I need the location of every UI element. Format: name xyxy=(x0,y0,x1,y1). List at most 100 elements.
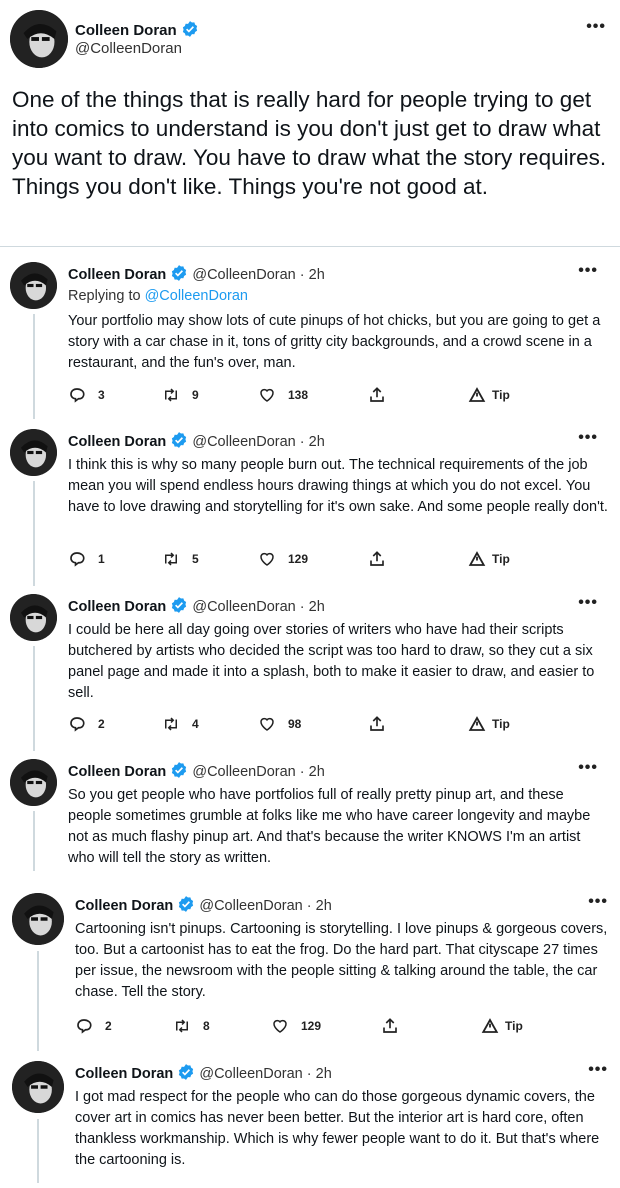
tip-button[interactable]: Tip xyxy=(468,386,510,404)
more-icon[interactable]: ••• xyxy=(578,759,598,777)
retweet-button[interactable]: 9 xyxy=(162,386,199,404)
retweet-button[interactable]: 5 xyxy=(162,550,199,568)
like-button[interactable]: 129 xyxy=(258,550,308,568)
more-icon[interactable]: ••• xyxy=(588,1061,608,1079)
author-name[interactable]: Colleen Doran xyxy=(68,599,166,615)
author-handle[interactable]: @ColleenDoran · 2h xyxy=(192,599,324,615)
verified-badge-icon xyxy=(177,1063,195,1081)
more-icon[interactable]: ••• xyxy=(578,594,598,612)
reply-count: 1 xyxy=(98,552,105,566)
share-button[interactable] xyxy=(381,1017,399,1035)
verified-badge-icon xyxy=(181,20,199,38)
avatar[interactable] xyxy=(12,893,64,945)
author-name[interactable]: Colleen Doran xyxy=(75,1066,173,1082)
action-bar: 3 9 138 Tip xyxy=(68,386,538,406)
reply-count: 2 xyxy=(98,717,105,731)
tip-icon xyxy=(468,387,486,402)
tweet-text: One of the things that is really hard fo… xyxy=(12,87,607,199)
more-icon[interactable]: ••• xyxy=(578,429,598,447)
thread-line xyxy=(33,314,35,419)
author-name[interactable]: Colleen Doran xyxy=(75,20,199,39)
like-count: 129 xyxy=(288,552,309,566)
author-handle[interactable]: @ColleenDoran · 2h xyxy=(199,898,331,914)
replying-to-link[interactable]: @ColleenDoran xyxy=(145,288,248,304)
tip-label: Tip xyxy=(492,552,510,566)
reply-button[interactable]: 2 xyxy=(75,1017,112,1035)
thread-line xyxy=(37,1119,39,1183)
verified-badge-icon xyxy=(170,596,188,614)
author-name-text[interactable]: Colleen Doran xyxy=(75,22,177,39)
author-handle[interactable]: @ColleenDoran · 2h xyxy=(192,267,324,283)
author-handle[interactable]: @ColleenDoran · 2h xyxy=(192,764,324,780)
tweet-header: Colleen Doran @ColleenDoran · 2h xyxy=(75,1063,332,1082)
tip-icon xyxy=(468,551,486,566)
reply-button[interactable]: 1 xyxy=(68,550,105,568)
tip-button[interactable]: Tip xyxy=(468,550,510,568)
reply-count: 3 xyxy=(98,388,105,402)
verified-badge-icon xyxy=(170,431,188,449)
retweet-count: 8 xyxy=(203,1019,210,1033)
tweet-text: I could be here all day going over stori… xyxy=(68,622,595,701)
tweet-text: I got mad respect for the people who can… xyxy=(75,1089,600,1168)
avatar[interactable] xyxy=(10,429,57,476)
action-bar: 2 8 129 Tip xyxy=(75,1017,545,1037)
share-button[interactable] xyxy=(368,550,386,568)
retweet-button[interactable]: 8 xyxy=(173,1017,210,1035)
more-icon[interactable]: ••• xyxy=(578,262,598,280)
tip-label: Tip xyxy=(505,1019,523,1033)
replying-to-label: Replying to xyxy=(68,288,141,304)
tip-icon xyxy=(468,716,486,731)
replying-to: Replying to @ColleenDoran xyxy=(68,288,248,304)
more-icon[interactable]: ••• xyxy=(586,18,606,36)
verified-badge-icon xyxy=(170,264,188,282)
author-name[interactable]: Colleen Doran xyxy=(75,898,173,914)
author-handle[interactable]: @ColleenDoran · 2h xyxy=(199,1066,331,1082)
like-count: 98 xyxy=(288,717,302,731)
like-count: 129 xyxy=(301,1019,322,1033)
avatar[interactable] xyxy=(10,594,57,641)
share-button[interactable] xyxy=(368,386,386,404)
more-icon[interactable]: ••• xyxy=(588,893,608,911)
like-button[interactable]: 138 xyxy=(258,386,308,404)
reply-button[interactable]: 2 xyxy=(68,715,105,733)
avatar[interactable] xyxy=(10,262,57,309)
like-button[interactable]: 129 xyxy=(271,1017,321,1035)
author-name[interactable]: Colleen Doran xyxy=(68,764,166,780)
tip-button[interactable]: Tip xyxy=(468,715,510,733)
reply-icon xyxy=(70,552,85,567)
author-name[interactable]: Colleen Doran xyxy=(68,434,166,450)
like-icon xyxy=(260,552,274,566)
tip-button[interactable]: Tip xyxy=(481,1017,523,1035)
tweet-header: Colleen Doran @ColleenDoran · 2h xyxy=(68,596,325,615)
retweet-count: 9 xyxy=(192,388,199,402)
tweet-text: I think this is why so many people burn … xyxy=(68,457,608,515)
verified-badge-icon xyxy=(177,895,195,913)
thread-line xyxy=(37,951,39,1051)
retweet-icon xyxy=(176,1019,188,1033)
reply-button[interactable]: 3 xyxy=(68,386,105,404)
author-handle[interactable]: @ColleenDoran · 2h xyxy=(192,434,324,450)
retweet-icon xyxy=(165,717,177,731)
share-button[interactable] xyxy=(368,715,386,733)
retweet-icon xyxy=(165,388,177,402)
reply-icon xyxy=(77,1019,92,1034)
tweet-text: Your portfolio may show lots of cute pin… xyxy=(68,313,601,371)
author-name[interactable]: Colleen Doran xyxy=(68,267,166,283)
action-bar: 2 4 98 Tip xyxy=(68,715,538,735)
retweet-button[interactable]: 4 xyxy=(162,715,199,733)
like-icon xyxy=(260,717,274,731)
retweet-count: 5 xyxy=(192,552,199,566)
share-icon xyxy=(383,1018,397,1033)
reply-icon xyxy=(70,717,85,732)
reply-icon xyxy=(70,388,85,403)
like-button[interactable]: 98 xyxy=(258,715,301,733)
avatar[interactable] xyxy=(10,10,68,68)
avatar[interactable] xyxy=(10,759,57,806)
avatar[interactable] xyxy=(12,1061,64,1113)
tip-icon xyxy=(481,1018,499,1033)
thread-line xyxy=(33,811,35,871)
share-icon xyxy=(370,551,384,566)
divider xyxy=(0,246,620,247)
author-handle[interactable]: @ColleenDoran xyxy=(75,40,182,57)
like-icon xyxy=(273,1019,287,1033)
